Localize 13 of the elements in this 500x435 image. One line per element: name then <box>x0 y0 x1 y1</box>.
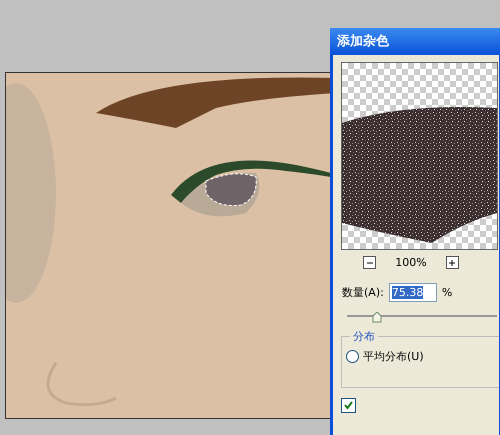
radio-option[interactable]: 平均分布(U) <box>346 349 499 364</box>
zoom-in-button[interactable] <box>446 256 459 269</box>
amount-label: 数量(A): <box>342 285 384 300</box>
monochrome-checkbox[interactable] <box>341 398 356 413</box>
plus-icon <box>448 258 456 266</box>
check-icon <box>343 400 354 411</box>
percent-unit: % <box>442 286 452 299</box>
zoom-level: 100% <box>395 256 427 269</box>
zoom-out-button[interactable] <box>363 256 376 269</box>
dialog-title: 添加杂色 <box>330 28 500 55</box>
amount-field[interactable]: 75.38 <box>388 283 437 302</box>
slider-thumb[interactable] <box>372 312 382 323</box>
group-title: 分布 <box>350 329 378 344</box>
